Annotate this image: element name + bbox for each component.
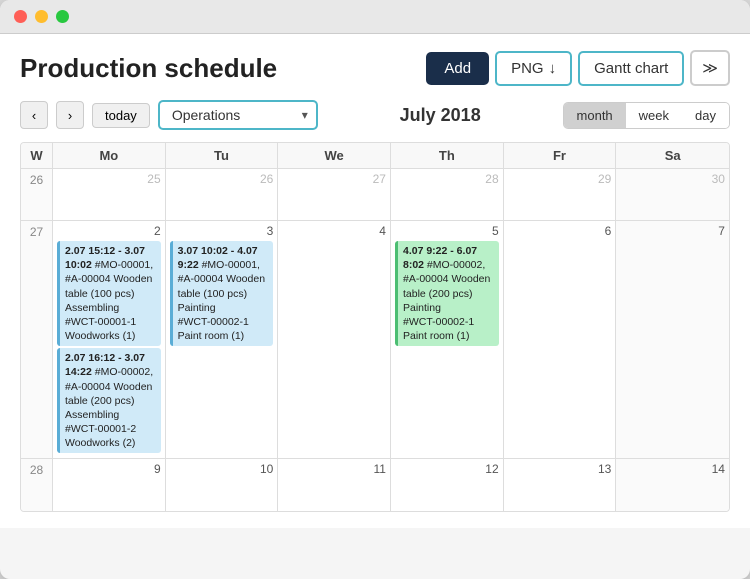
event-mo-2[interactable]: 2.07 16:12 - 3.07 14:22 #MO-00002,#A-000…: [57, 348, 161, 453]
png-button[interactable]: PNG ↓: [495, 51, 572, 86]
close-dot[interactable]: [14, 10, 27, 23]
today-button[interactable]: today: [92, 103, 150, 128]
cal-cell-fri-13: 13: [504, 459, 617, 511]
cal-cell-tue-26: 26: [166, 169, 279, 220]
week-view-button[interactable]: week: [626, 103, 682, 128]
cal-cell-fri-29: 29: [504, 169, 617, 220]
week-col-header: W: [21, 143, 53, 168]
calendar-row-27: 27 2 2.07 15:12 - 3.07 10:02 #MO-00001,#…: [21, 221, 729, 459]
cal-cell-sat-7: 7: [616, 221, 729, 458]
main-content: Production schedule Add PNG ↓ Gantt char…: [0, 34, 750, 528]
chevron-right-icon: ›: [68, 108, 72, 123]
view-toggle: month week day: [563, 102, 730, 129]
download-icon: ↓: [549, 60, 557, 77]
calendar-row-26: 26 25 26 27 28 29 30: [21, 169, 729, 221]
cal-cell-thu-5: 5 4.07 9:22 - 6.07 8:02 #MO-00002,#A-000…: [391, 221, 504, 458]
thu-header: Th: [391, 143, 504, 168]
month-title: July 2018: [326, 105, 555, 126]
gantt-button[interactable]: Gantt chart: [578, 51, 684, 86]
more-button[interactable]: ≫: [690, 50, 730, 86]
day-view-button[interactable]: day: [682, 103, 729, 128]
cal-cell-sat-14: 14: [616, 459, 729, 511]
week-number-26: 26: [21, 169, 53, 220]
prev-button[interactable]: ‹: [20, 101, 48, 129]
cal-cell-fri-6: 6: [504, 221, 617, 458]
calendar-header: W Mo Tu We Th Fr Sa: [21, 143, 729, 169]
cal-cell-sat-30: 30: [616, 169, 729, 220]
mon-header: Mo: [53, 143, 166, 168]
cal-cell-wed-27: 27: [278, 169, 391, 220]
cal-cell-tue-10: 10: [166, 459, 279, 511]
minimize-dot[interactable]: [35, 10, 48, 23]
calendar-grid: W Mo Tu We Th Fr Sa 26 25 26 27 28 29 30…: [20, 142, 730, 512]
cal-cell-mon-2: 2 2.07 15:12 - 3.07 10:02 #MO-00001,#A-0…: [53, 221, 166, 458]
app-window: Production schedule Add PNG ↓ Gantt char…: [0, 0, 750, 579]
tue-header: Tu: [166, 143, 279, 168]
header-actions: Add PNG ↓ Gantt chart ≫: [426, 50, 730, 86]
page-title: Production schedule: [20, 53, 277, 84]
calendar-toolbar: ‹ › today Operations ▾ July 2018 month w…: [20, 100, 730, 130]
month-view-button[interactable]: month: [564, 103, 626, 128]
cal-cell-mon-9: 9: [53, 459, 166, 511]
operations-select-wrapper: Operations ▾: [158, 100, 318, 130]
title-bar: [0, 0, 750, 34]
fri-header: Fr: [504, 143, 617, 168]
add-button[interactable]: Add: [426, 52, 489, 85]
wed-header: We: [278, 143, 391, 168]
chevron-left-icon: ‹: [32, 108, 36, 123]
cal-cell-thu-28: 28: [391, 169, 504, 220]
sat-header: Sa: [616, 143, 729, 168]
maximize-dot[interactable]: [56, 10, 69, 23]
next-button[interactable]: ›: [56, 101, 84, 129]
cal-cell-tue-3: 3 3.07 10:02 - 4.07 9:22 #MO-00001,#A-00…: [166, 221, 279, 458]
week-number-27: 27: [21, 221, 53, 458]
cal-cell-mon-25: 25: [53, 169, 166, 220]
event-th-1[interactable]: 4.07 9:22 - 6.07 8:02 #MO-00002,#A-00004…: [395, 241, 499, 346]
cal-cell-wed-4: 4: [278, 221, 391, 458]
calendar-row-28: 28 9 10 11 12 13 14: [21, 459, 729, 511]
chevron-down-icon: ≫: [702, 60, 718, 77]
week-number-28: 28: [21, 459, 53, 511]
operations-select[interactable]: Operations: [158, 100, 318, 130]
event-mo-1[interactable]: 2.07 15:12 - 3.07 10:02 #MO-00001,#A-000…: [57, 241, 161, 346]
cal-cell-thu-12: 12: [391, 459, 504, 511]
event-tu-1[interactable]: 3.07 10:02 - 4.07 9:22 #MO-00001,#A-0000…: [170, 241, 274, 346]
cal-cell-wed-11: 11: [278, 459, 391, 511]
page-header: Production schedule Add PNG ↓ Gantt char…: [20, 50, 730, 86]
